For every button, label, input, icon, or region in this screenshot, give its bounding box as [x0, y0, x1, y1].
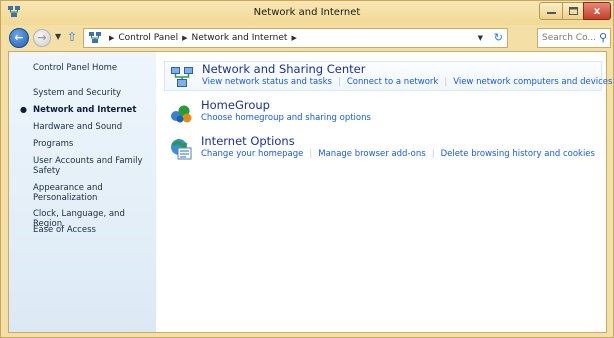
up-arrow-icon[interactable]: ⇧: [67, 30, 77, 44]
category-internet-options: Internet Options Change your homepage | Ma…: [164, 134, 602, 162]
maximize-button[interactable]: [562, 2, 584, 20]
change-homepage-link[interactable]: Change your homepage: [201, 149, 303, 159]
network-location-icon: [89, 32, 101, 43]
breadcrumb-control-panel[interactable]: Control Panel: [118, 33, 178, 43]
view-network-status-link[interactable]: View network status and tasks: [202, 77, 332, 87]
breadcrumb-separator-icon[interactable]: ▶: [182, 34, 187, 42]
homegroup-links: Choose homegroup and sharing options: [201, 113, 371, 123]
manage-add-ons-link[interactable]: Manage browser add-ons: [318, 149, 425, 159]
link-separator: |: [444, 77, 448, 87]
back-button[interactable]: ←: [9, 28, 29, 48]
minimize-icon: [546, 12, 556, 14]
sidebar-item-appearance[interactable]: Appearance and Personalization: [33, 183, 123, 203]
forward-button[interactable]: →: [33, 29, 51, 47]
forward-arrow-icon: →: [37, 31, 47, 44]
maximize-icon: [568, 7, 578, 15]
link-separator: |: [309, 149, 313, 159]
connect-to-network-link[interactable]: Connect to a network: [347, 77, 439, 87]
recent-pages-dropdown-icon[interactable]: ▼: [55, 32, 61, 41]
homegroup-sharing-options-link[interactable]: Choose homegroup and sharing options: [201, 113, 371, 123]
navigation-bar: ← → ▼ ⇧ ▶ Control Panel ▶ Network and In…: [1, 25, 613, 51]
breadcrumb-network-and-internet[interactable]: Network and Internet: [191, 33, 287, 43]
homegroup-title[interactable]: HomeGroup: [201, 98, 270, 112]
homegroup-icon: [171, 105, 192, 123]
search-input[interactable]: Search Co... ⚲: [537, 28, 611, 48]
content-area: Control Panel Home System and Security ●…: [8, 51, 612, 333]
network-sharing-icon: [171, 67, 193, 87]
minimize-button[interactable]: [539, 2, 563, 20]
delete-browsing-history-link[interactable]: Delete browsing history and cookies: [441, 149, 595, 159]
network-sharing-center-title[interactable]: Network and Sharing Center: [202, 62, 365, 76]
address-bar[interactable]: ▶ Control Panel ▶ Network and Internet ▶…: [83, 28, 508, 48]
internet-options-title[interactable]: Internet Options: [201, 134, 295, 148]
search-placeholder: Search Co...: [542, 33, 596, 43]
sidebar-item-hardware-and-sound[interactable]: Hardware and Sound: [33, 122, 122, 132]
breadcrumb-separator-icon[interactable]: ▶: [291, 34, 296, 42]
sidebar: Control Panel Home System and Security ●…: [9, 52, 156, 332]
breadcrumb-separator-icon[interactable]: ▶: [109, 34, 114, 42]
internet-options-links: Change your homepage | Manage browser add-…: [201, 149, 595, 159]
window-title: Network and Internet: [253, 7, 361, 18]
network-sharing-center-links: View network status and tasks | Connect to…: [202, 77, 612, 87]
sidebar-item-user-accounts[interactable]: User Accounts and Family Safety: [33, 156, 148, 176]
sidebar-item-system-and-security[interactable]: System and Security: [33, 88, 121, 98]
sidebar-item-network-and-internet[interactable]: Network and Internet: [33, 105, 136, 115]
close-icon: x: [593, 5, 601, 17]
category-network-sharing-center: Network and Sharing Center View network …: [164, 61, 612, 91]
close-button[interactable]: x: [583, 2, 611, 20]
refresh-icon[interactable]: ↻: [494, 31, 503, 44]
window: Network and Internet x ← → ▼ ⇧ ▶ Control…: [0, 0, 614, 338]
category-homegroup: HomeGroup Choose homegroup and sharing o…: [164, 98, 602, 126]
sidebar-item-control-panel-home[interactable]: Control Panel Home: [33, 63, 117, 73]
sidebar-item-ease-of-access[interactable]: Ease of Access: [33, 225, 96, 235]
title-bar[interactable]: Network and Internet x: [1, 1, 613, 25]
internet-options-icon: [171, 139, 192, 160]
main-panel: Network and Sharing Center View network …: [157, 52, 612, 332]
search-icon[interactable]: ⚲: [599, 31, 607, 44]
view-network-computers-link[interactable]: View network computers and devices: [453, 77, 612, 87]
link-separator: |: [431, 149, 435, 159]
back-arrow-icon: ←: [14, 31, 24, 44]
active-bullet-icon: ●: [20, 105, 27, 114]
link-separator: |: [337, 77, 341, 87]
address-dropdown-icon[interactable]: ▼: [478, 34, 483, 42]
sidebar-item-programs[interactable]: Programs: [33, 139, 73, 149]
